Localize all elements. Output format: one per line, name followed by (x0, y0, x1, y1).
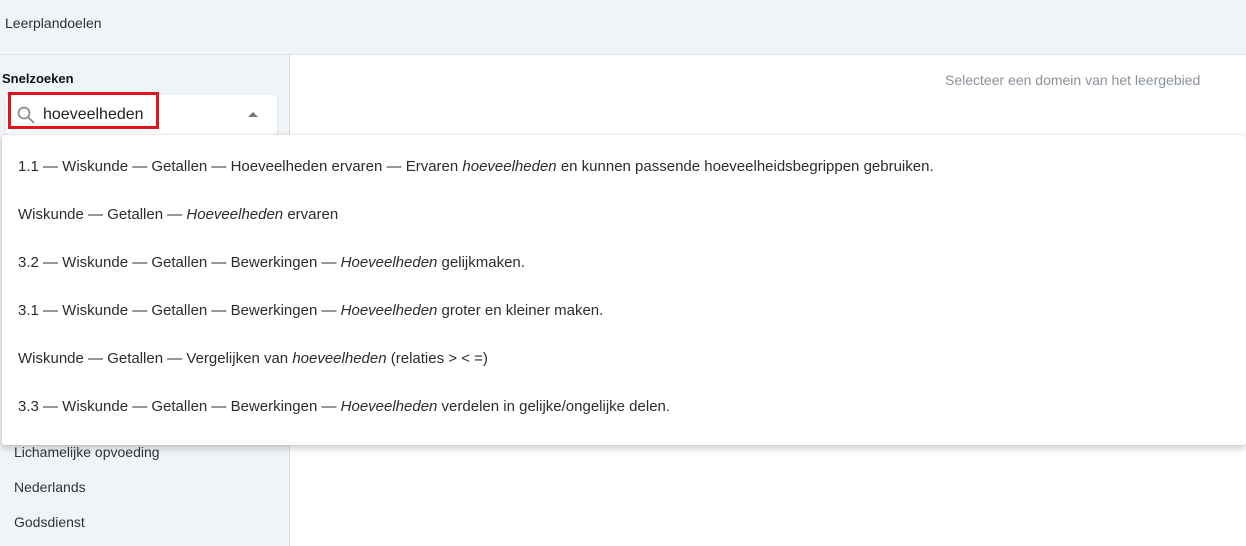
search-result-option[interactable]: 3.3 — Wiskunde — Getallen — Bewerkingen … (18, 383, 1218, 431)
search-result-option[interactable]: 3.2 — Wiskunde — Getallen — Bewerkingen … (18, 239, 1218, 287)
sidebar-item-godsdienst[interactable]: Godsdienst (14, 514, 85, 530)
quick-search-label: Snelzoeken (2, 71, 74, 86)
search-icon (17, 106, 35, 124)
search-result-option[interactable]: Wiskunde — Getallen — Hoeveelheden ervar… (18, 191, 1218, 239)
page-title: Leerplandoelen (5, 15, 102, 31)
search-input[interactable] (43, 104, 233, 126)
quick-search-combobox[interactable] (6, 92, 277, 135)
search-results-dropdown: 1.1 — Wiskunde — Getallen — Hoeveelheden… (2, 135, 1246, 445)
domain-select-hint: Selecteer een domein van het leergebied (945, 72, 1201, 88)
search-result-option[interactable]: 3.1 — Wiskunde — Getallen — Bewerkingen … (18, 287, 1218, 335)
caret-up-icon[interactable] (248, 112, 258, 117)
sidebar-item-nederlands[interactable]: Nederlands (14, 479, 86, 495)
search-result-option[interactable]: 1.1 — Wiskunde — Getallen — Hoeveelheden… (18, 143, 1218, 191)
top-bar: Leerplandoelen (0, 0, 1246, 55)
sidebar-item-lichamelijke-opvoeding[interactable]: Lichamelijke opvoeding (14, 444, 160, 460)
search-result-option[interactable]: Wiskunde — Getallen — Vergelijken van ho… (18, 335, 1218, 383)
